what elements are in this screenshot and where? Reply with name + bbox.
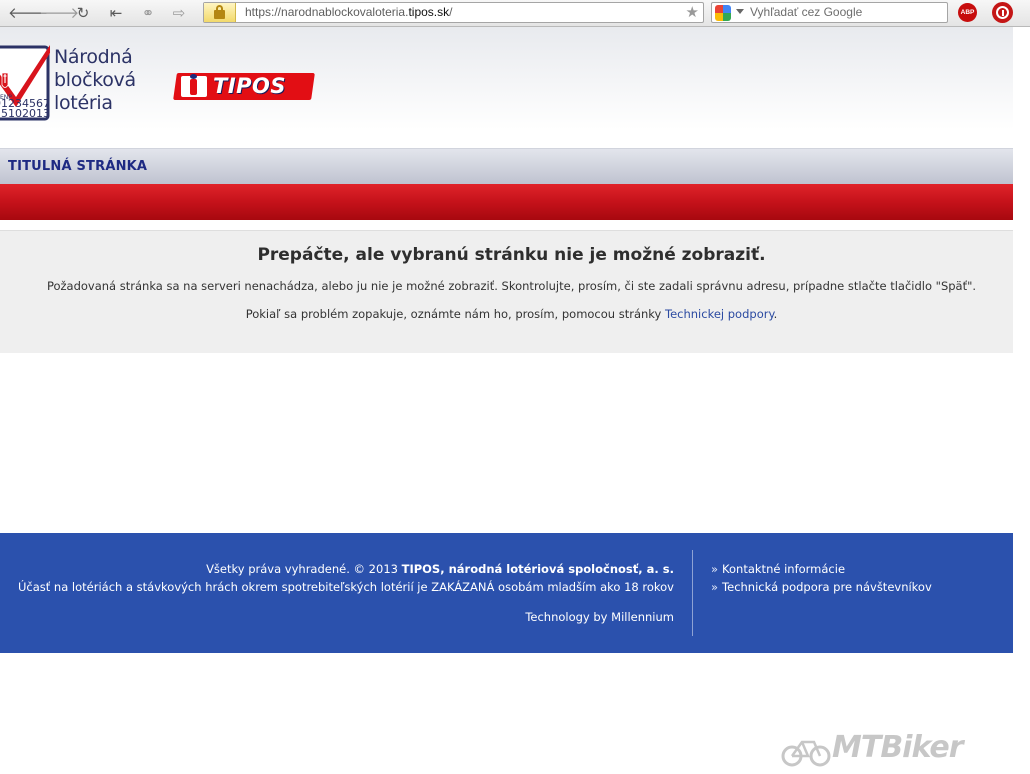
error-description: Požadovaná stránka sa na serveri nenachá… — [46, 279, 977, 293]
url-domain: tipos.sk — [408, 5, 450, 19]
footer-link-support-label[interactable]: Technická podpora pre návštevníkov — [722, 580, 932, 594]
logo-line-1: Národná — [54, 46, 133, 68]
nav-item-home[interactable]: TITULNÁ STRÁNKA — [8, 159, 147, 174]
narodna-blockova-loteria-logo[interactable]: ENP 01234567 25102013 — [0, 45, 52, 123]
site-footer: Všetky práva vyhradené. © 2013 TIPOS, ná… — [0, 533, 1013, 653]
url-prefix: https://narodnablockovaloteria. — [245, 5, 409, 19]
google-icon[interactable] — [715, 5, 731, 21]
lock-icon[interactable] — [204, 3, 236, 22]
tipos-logo-text: TIPOS — [213, 74, 287, 98]
support-note-prefix: Pokiaľ sa problém zopakuje, oznámte nám … — [245, 307, 666, 321]
bookmark-star-icon[interactable]: ★ — [686, 3, 699, 22]
footer-copyright: Všetky práva vyhradené. © 2013 TIPOS, ná… — [18, 560, 674, 578]
browser-toolbar: 🡐 🡒 ↻ ⇤ ⚭ ⇨ https://narodnablockovaloter… — [0, 0, 1030, 27]
footer-age-notice: Účasť na lotériách a stávkových hrách ok… — [17, 580, 674, 594]
mtbiker-watermark: MTBiker — [780, 730, 1025, 770]
home-icon[interactable]: ⇤ — [105, 3, 127, 23]
watermark-text: MTBiker — [832, 730, 963, 765]
search-placeholder[interactable]: Vyhľadať cez Google — [750, 5, 862, 19]
footer-legal: Všetky práva vyhradené. © 2013 TIPOS, ná… — [18, 560, 674, 596]
copyright-prefix: Všetky práva vyhradené. © 2013 — [206, 562, 402, 576]
footer-link-contact[interactable]: » Kontaktné informácie — [711, 560, 932, 578]
footer-link-support[interactable]: » Technická podpora pre návštevníkov — [711, 578, 932, 596]
url-suffix: / — [449, 5, 453, 19]
support-note-suffix: . — [773, 307, 778, 321]
logo-line-2: bločková — [54, 69, 136, 91]
narodna-blockova-loteria-wordmark[interactable]: Národná bločková lotéria — [54, 46, 136, 115]
search-bar[interactable]: Vyhľadať cez Google — [711, 2, 948, 23]
bicycle-icon — [781, 740, 831, 767]
error-support-note: Pokiaľ sa problém zopakuje, oznámte nám … — [0, 307, 1023, 321]
error-title: Prepáčte, ale vybranú stránku nie je mož… — [257, 245, 766, 265]
reload-icon[interactable]: ↻ — [72, 3, 94, 23]
back-arrow-icon[interactable]: 🡐 — [8, 3, 48, 23]
site-header: ENP 01234567 25102013 Národná bločková l… — [0, 27, 1013, 148]
logo-line-3: lotéria — [54, 92, 113, 114]
technical-support-link[interactable]: Technickej podpory — [665, 307, 774, 321]
bullet: » — [711, 580, 719, 594]
tipos-mark-icon — [181, 74, 207, 97]
key-icon[interactable]: ⚭ — [137, 3, 159, 23]
chevron-down-icon[interactable] — [736, 9, 744, 14]
power-icon[interactable] — [992, 2, 1013, 23]
adblock-icon[interactable]: ABP — [958, 3, 977, 22]
footer-links: » Kontaktné informácie » Technická podpora… — [711, 560, 932, 596]
error-message-box: Prepáčte, ale vybranú stránku nie je mož… — [0, 230, 1013, 353]
footer-technology: Technology by Millennium — [525, 610, 674, 624]
company-name: TIPOS, národná lotériová spoločnosť, a. … — [401, 562, 674, 576]
logo-badge-date: 25102013 — [0, 107, 50, 120]
url-bar[interactable]: https://narodnablockovaloteria.tipos.sk/… — [203, 2, 704, 23]
bullet: » — [711, 562, 719, 576]
footer-link-contact-label[interactable]: Kontaktné informácie — [722, 562, 845, 576]
url-text[interactable]: https://narodnablockovaloteria.tipos.sk/ — [245, 5, 452, 19]
red-banner — [0, 184, 1013, 220]
footer-divider — [692, 550, 693, 636]
main-navigation: TITULNÁ STRÁNKA — [0, 148, 1013, 184]
forward-double-icon[interactable]: ⇨ — [168, 3, 190, 23]
forward-arrow-icon[interactable]: 🡒 — [39, 3, 79, 23]
